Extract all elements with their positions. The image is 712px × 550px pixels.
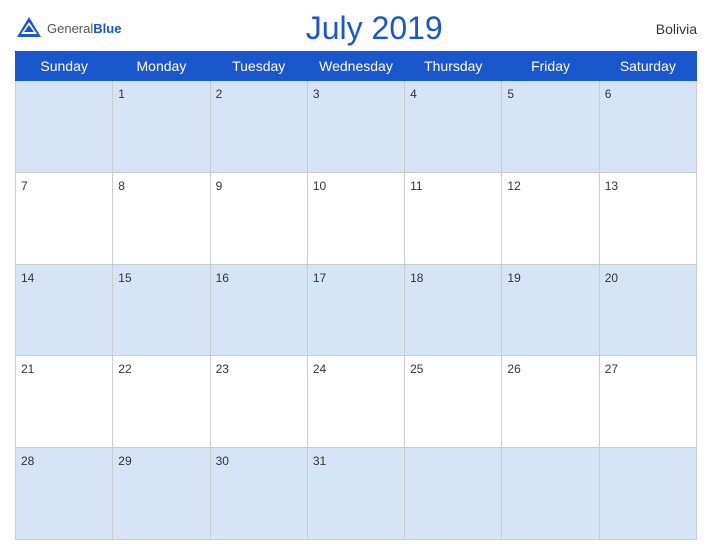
calendar-cell: 9: [210, 172, 307, 264]
calendar-cell: 22: [113, 356, 210, 448]
date-number: 3: [313, 87, 320, 101]
calendar-cell: 27: [599, 356, 696, 448]
date-number: 14: [21, 271, 34, 285]
page-header: GeneralBlue July 2019 Bolivia: [15, 10, 697, 47]
calendar-cell: 13: [599, 172, 696, 264]
calendar-cell: 10: [307, 172, 404, 264]
calendar-cell: 18: [405, 264, 502, 356]
calendar-cell: 2: [210, 81, 307, 173]
logo: GeneralBlue: [15, 15, 121, 43]
date-number: 1: [118, 87, 125, 101]
date-number: 24: [313, 362, 326, 376]
weekday-header-monday: Monday: [113, 52, 210, 81]
date-number: 23: [216, 362, 229, 376]
calendar-cell: 29: [113, 448, 210, 540]
date-number: 6: [605, 87, 612, 101]
calendar-cell: 12: [502, 172, 599, 264]
date-number: 10: [313, 179, 326, 193]
date-number: 20: [605, 271, 618, 285]
calendar-cell: 1: [113, 81, 210, 173]
date-number: 5: [507, 87, 514, 101]
date-number: 18: [410, 271, 423, 285]
date-number: 27: [605, 362, 618, 376]
date-number: 19: [507, 271, 520, 285]
calendar-cell: [405, 448, 502, 540]
date-number: 11: [410, 179, 422, 193]
calendar-cell: 15: [113, 264, 210, 356]
date-number: 9: [216, 179, 223, 193]
calendar-cell: 5: [502, 81, 599, 173]
date-number: 17: [313, 271, 326, 285]
logo-text: GeneralBlue: [47, 20, 121, 38]
date-number: 29: [118, 454, 131, 468]
calendar-cell: 20: [599, 264, 696, 356]
calendar-cell: 25: [405, 356, 502, 448]
date-number: 26: [507, 362, 520, 376]
country-label: Bolivia: [627, 21, 697, 37]
date-number: 12: [507, 179, 520, 193]
calendar-cell: 26: [502, 356, 599, 448]
weekday-header-friday: Friday: [502, 52, 599, 81]
calendar-cell: 16: [210, 264, 307, 356]
date-number: 28: [21, 454, 34, 468]
date-number: 7: [21, 179, 28, 193]
calendar-cell: 31: [307, 448, 404, 540]
date-number: 16: [216, 271, 229, 285]
date-number: 31: [313, 454, 326, 468]
weekday-header-tuesday: Tuesday: [210, 52, 307, 81]
weekday-header-row: SundayMondayTuesdayWednesdayThursdayFrid…: [16, 52, 697, 81]
date-number: 8: [118, 179, 125, 193]
calendar-cell: 28: [16, 448, 113, 540]
calendar-week-row: 7 8 9 10 11 12 13: [16, 172, 697, 264]
calendar-cell: 7: [16, 172, 113, 264]
date-number: 13: [605, 179, 618, 193]
date-number: 22: [118, 362, 131, 376]
calendar-week-row: 28 29 30 31: [16, 448, 697, 540]
calendar-cell: 30: [210, 448, 307, 540]
calendar-cell: [16, 81, 113, 173]
calendar-cell: 19: [502, 264, 599, 356]
calendar-cell: 24: [307, 356, 404, 448]
weekday-header-wednesday: Wednesday: [307, 52, 404, 81]
calendar-week-row: 21 22 23 24 25 26 27: [16, 356, 697, 448]
date-number: 2: [216, 87, 223, 101]
calendar-week-row: 1 2 3 4 5 6: [16, 81, 697, 173]
weekday-header-thursday: Thursday: [405, 52, 502, 81]
calendar-cell: 3: [307, 81, 404, 173]
calendar-cell: 4: [405, 81, 502, 173]
generalblue-logo-icon: [15, 15, 43, 43]
calendar-cell: [599, 448, 696, 540]
month-title: July 2019: [121, 10, 627, 47]
calendar-cell: [502, 448, 599, 540]
calendar-cell: 8: [113, 172, 210, 264]
date-number: 15: [118, 271, 131, 285]
weekday-header-saturday: Saturday: [599, 52, 696, 81]
weekday-header-sunday: Sunday: [16, 52, 113, 81]
calendar-table: SundayMondayTuesdayWednesdayThursdayFrid…: [15, 51, 697, 540]
date-number: 30: [216, 454, 229, 468]
calendar-cell: 21: [16, 356, 113, 448]
date-number: 25: [410, 362, 423, 376]
date-number: 4: [410, 87, 417, 101]
date-number: 21: [21, 362, 34, 376]
calendar-cell: 17: [307, 264, 404, 356]
calendar-cell: 6: [599, 81, 696, 173]
calendar-cell: 23: [210, 356, 307, 448]
calendar-cell: 11: [405, 172, 502, 264]
calendar-week-row: 14 15 16 17 18 19 20: [16, 264, 697, 356]
calendar-cell: 14: [16, 264, 113, 356]
